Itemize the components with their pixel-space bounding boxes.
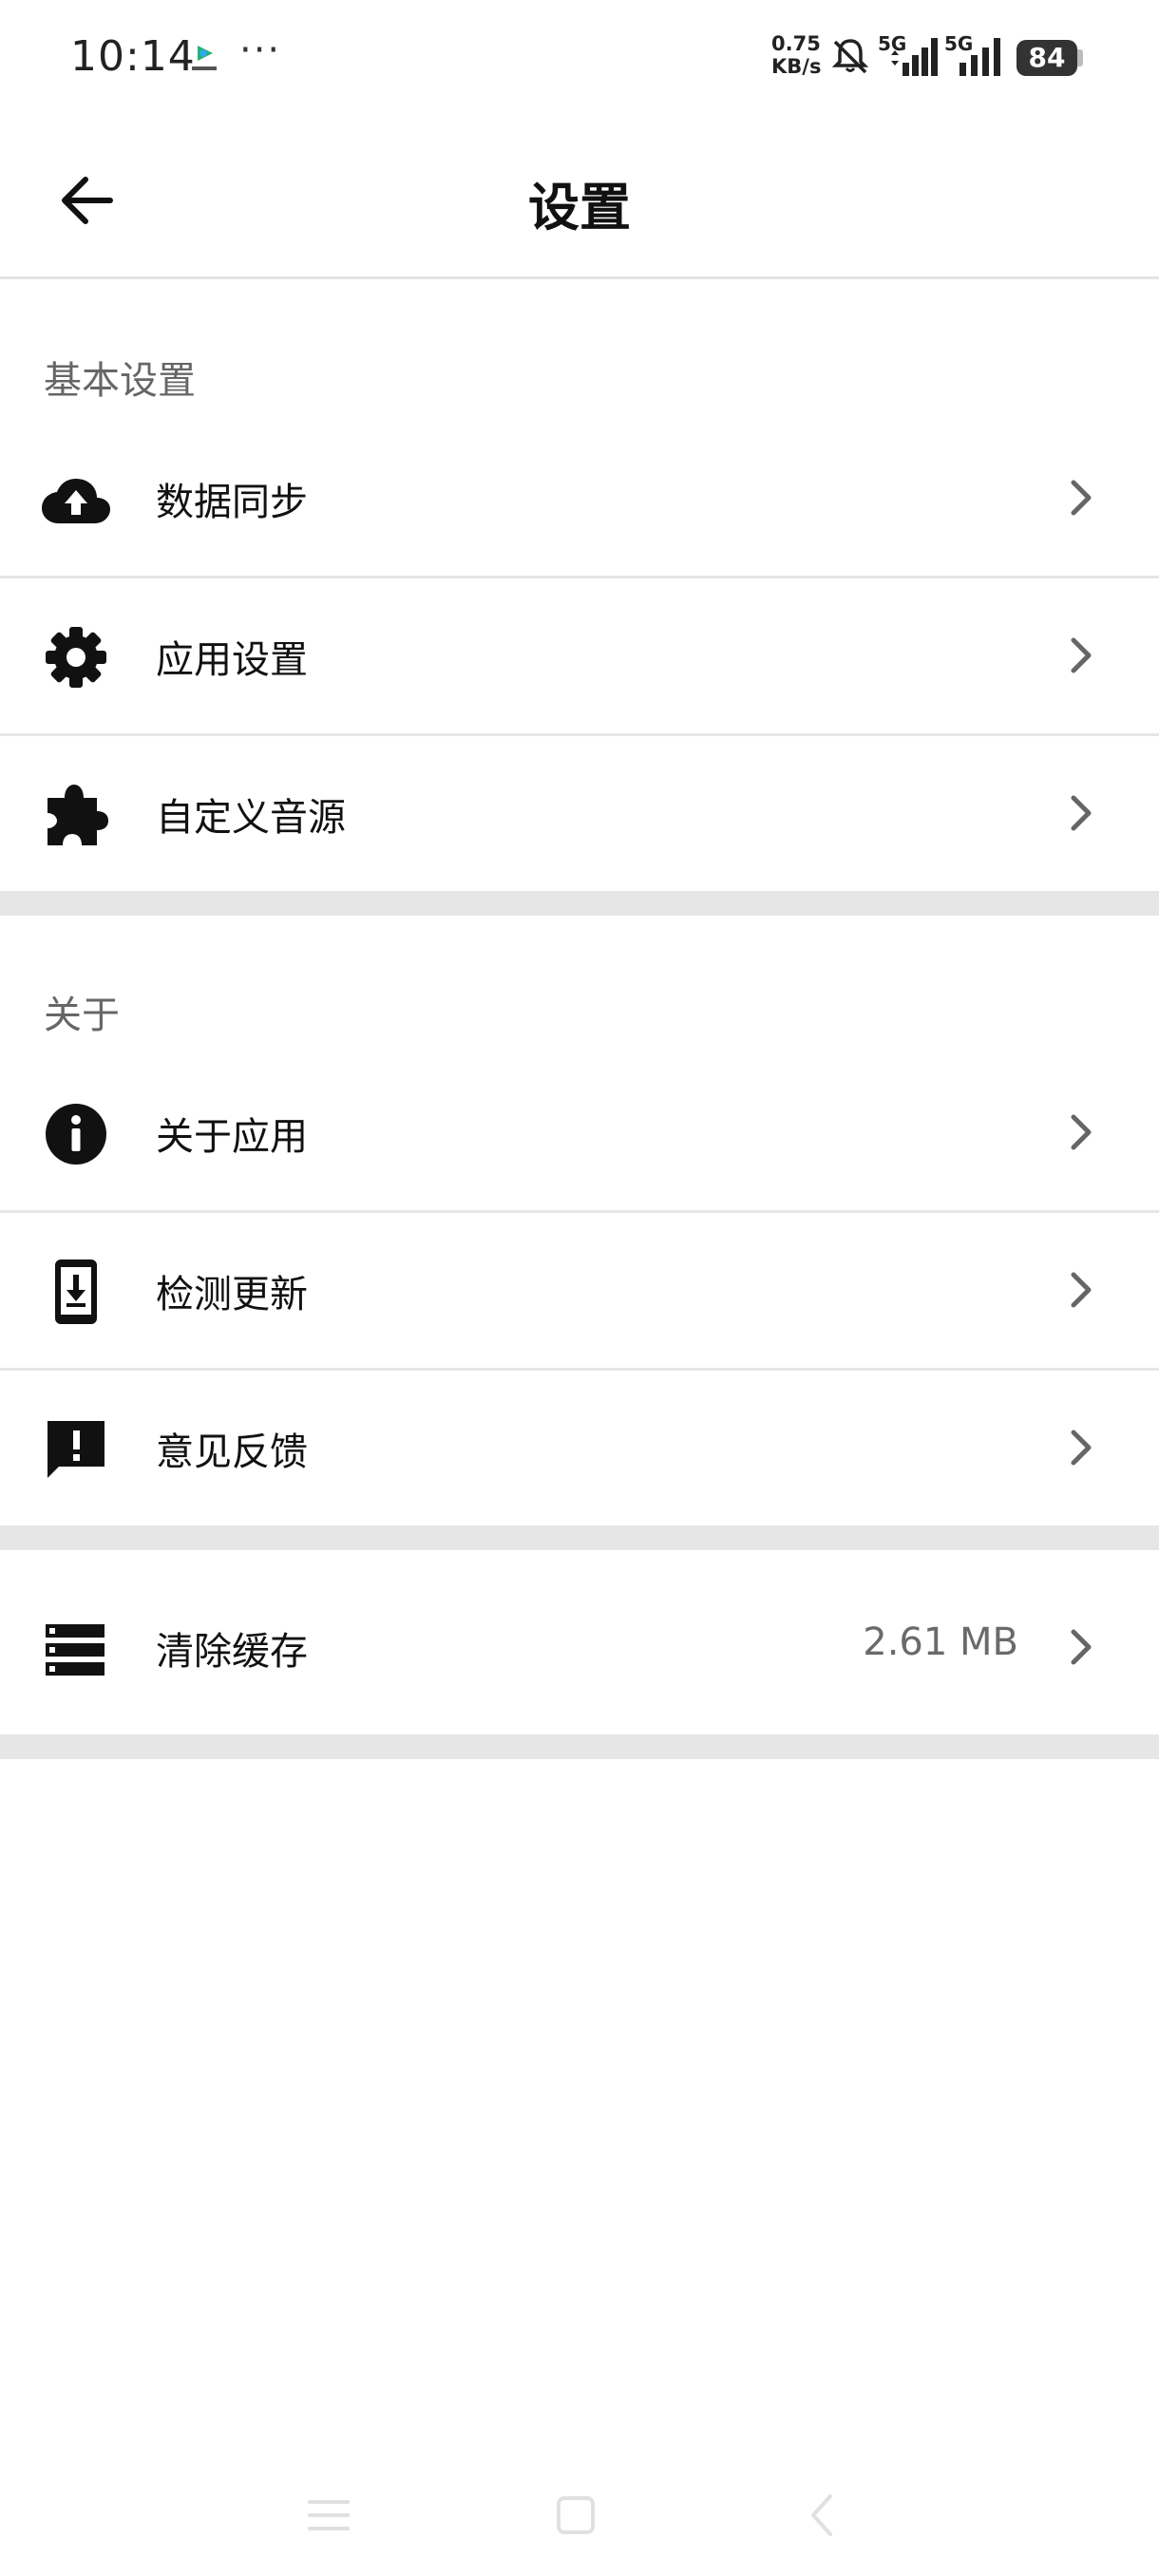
section-label-about: 关于 <box>44 994 120 1037</box>
puzzle-icon <box>48 785 108 845</box>
app-notification-icon <box>192 46 217 70</box>
feedback-icon <box>48 1421 104 1478</box>
network-speed: 0.75 KB/s <box>771 32 821 78</box>
app-header: 设置 <box>0 118 1159 279</box>
list-item-about-app[interactable]: 关于应用 <box>0 1054 1159 1210</box>
status-bar: 10:14 ··· 0.75 KB/s 5G 5G 84 <box>0 0 1159 118</box>
list-item-check-update[interactable]: 检测更新 <box>0 1212 1159 1368</box>
cloud-upload-icon <box>42 479 110 523</box>
list-item-data-sync[interactable]: 数据同步 <box>0 420 1159 576</box>
signal-icon <box>960 38 1000 76</box>
list-item-label: 清除缓存 <box>156 1630 308 1674</box>
page-title: 设置 <box>528 178 631 237</box>
list-item-label: 检测更新 <box>156 1273 308 1316</box>
info-icon <box>46 1104 106 1165</box>
battery-icon: 84 <box>1016 40 1077 76</box>
bell-muted-icon <box>831 39 869 74</box>
system-nav-bar <box>0 2470 1159 2555</box>
list-item-label: 数据同步 <box>156 481 308 524</box>
menu-icon[interactable] <box>300 2487 357 2544</box>
list-item-label: 意见反馈 <box>156 1430 308 1474</box>
status-time: 10:14 <box>70 32 196 81</box>
section-gap <box>0 1734 1159 1759</box>
chevron-right-icon <box>1071 637 1092 673</box>
storage-icon <box>46 1624 104 1676</box>
section-gap <box>0 891 1159 916</box>
list-item-app-settings[interactable]: 应用设置 <box>0 578 1159 733</box>
chevron-right-icon <box>1071 795 1092 831</box>
network-speed-value: 0.75 <box>771 32 821 55</box>
list-item-feedback[interactable]: 意见反馈 <box>0 1370 1159 1525</box>
list-item-label: 关于应用 <box>156 1115 308 1159</box>
network-speed-unit: KB/s <box>771 55 822 78</box>
section-label-basic: 基本设置 <box>44 359 196 403</box>
list-item-label: 自定义音源 <box>156 796 346 840</box>
battery-tip <box>1077 49 1083 66</box>
section-gap <box>0 1525 1159 1550</box>
chevron-right-icon <box>1071 1272 1092 1308</box>
list-item-label: 应用设置 <box>156 638 308 682</box>
gear-icon <box>46 627 106 688</box>
phone-download-icon <box>55 1260 97 1324</box>
signal-icon <box>891 38 938 76</box>
chevron-right-icon <box>1071 1114 1092 1150</box>
home-icon[interactable] <box>547 2487 604 2544</box>
chevron-right-icon <box>1071 1629 1092 1665</box>
chevron-right-icon <box>1071 480 1092 516</box>
status-more-dots: ··· <box>239 28 282 72</box>
list-item-clear-cache[interactable]: 清除缓存 2.61 MB <box>0 1577 1159 1736</box>
chevron-right-icon <box>1071 1430 1092 1466</box>
cache-size-value: 2.61 MB <box>863 1620 1018 1664</box>
list-item-custom-source[interactable]: 自定义音源 <box>0 735 1159 891</box>
back-icon[interactable] <box>794 2487 851 2544</box>
